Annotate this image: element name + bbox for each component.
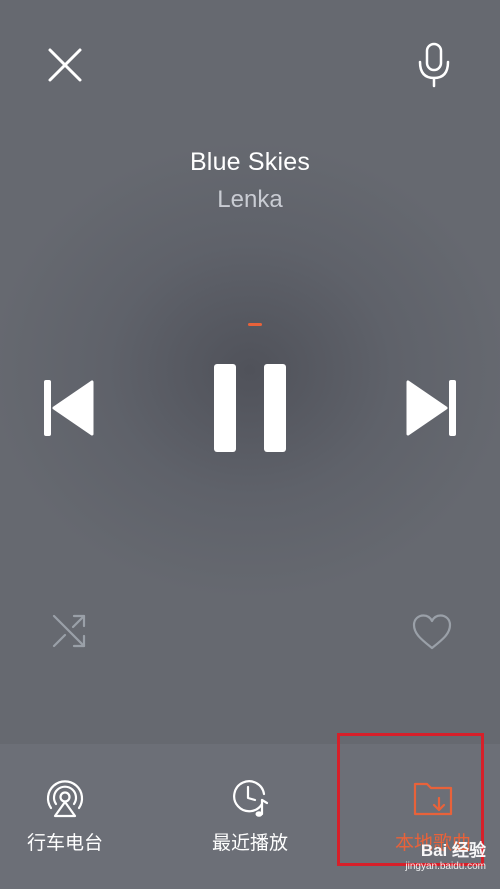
tab-recent-play[interactable]: 最近播放 bbox=[175, 776, 325, 871]
microphone-icon bbox=[418, 42, 450, 88]
song-artist: Lenka bbox=[217, 186, 283, 213]
tab-car-radio[interactable]: 行车电台 bbox=[0, 776, 140, 871]
next-track-button[interactable] bbox=[404, 378, 460, 438]
recent-clock-icon bbox=[233, 780, 269, 817]
watermark-main: Bai 经验 bbox=[420, 841, 486, 860]
pause-icon bbox=[214, 364, 286, 452]
skip-next-icon bbox=[406, 380, 456, 436]
progress-indicator bbox=[248, 323, 262, 326]
song-title: Blue Skies bbox=[189, 148, 311, 176]
close-button[interactable] bbox=[40, 40, 92, 92]
shuffle-button[interactable] bbox=[50, 612, 88, 650]
watermark-sub: jingyan.baidu.com bbox=[405, 861, 486, 872]
close-icon bbox=[48, 48, 82, 82]
car-radio-icon bbox=[46, 780, 84, 818]
tab-car-radio-label: 行车电台 bbox=[26, 833, 103, 854]
baidu-watermark: Bai 经验 jingyan.baidu.com bbox=[346, 841, 486, 881]
tab-recent-play-label: 最近播放 bbox=[211, 833, 288, 854]
skip-previous-icon bbox=[44, 380, 94, 436]
previous-track-button[interactable] bbox=[40, 378, 96, 438]
shuffle-icon bbox=[52, 614, 86, 648]
microphone-button[interactable] bbox=[412, 40, 456, 90]
heart-outline-icon bbox=[412, 614, 452, 650]
pause-button[interactable] bbox=[210, 362, 290, 454]
like-button[interactable] bbox=[410, 612, 454, 652]
